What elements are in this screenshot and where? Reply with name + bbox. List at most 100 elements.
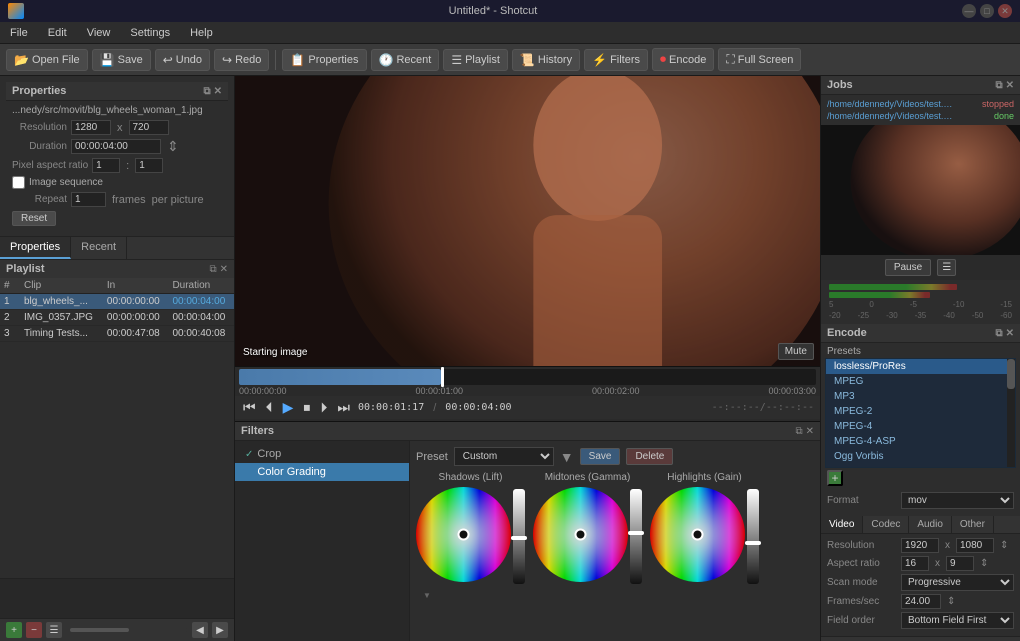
repeat-value-input[interactable] [71, 192, 106, 207]
recent-button[interactable]: 🕐 Recent [371, 49, 440, 71]
presets-scroll[interactable]: lossless/ProRes MPEG MP3 MPEG-2 MPEG-4 M… [826, 359, 1007, 467]
delete-preset-button[interactable]: Delete [626, 448, 673, 465]
pause-button[interactable]: Pause [885, 259, 931, 276]
highlights-color-wheel[interactable] [650, 487, 745, 582]
color-grading-panel: Preset Custom ▼ Save Delete Shadows (Lif… [410, 441, 820, 641]
jobs-float-icon[interactable]: ⧉ [995, 80, 1002, 91]
transport-step-forward[interactable]: ⏵ [318, 399, 329, 416]
encode-float-icon[interactable]: ⧉ [995, 328, 1002, 339]
preset-psp[interactable]: Sony-PSP [826, 464, 1007, 467]
playlist-float-icon[interactable]: ⧉ [209, 264, 216, 275]
transport-skip-forward[interactable]: ⏭ [335, 399, 352, 416]
field-order-select[interactable]: Bottom Field First Top Field First [901, 612, 1014, 629]
preset-mpeg4[interactable]: MPEG-4 [826, 419, 1007, 434]
encode-tab-other[interactable]: Other [952, 516, 994, 533]
preset-mpeg4-asp[interactable]: MPEG-4-ASP [826, 434, 1007, 449]
midtones-slider[interactable] [630, 489, 642, 584]
format-select[interactable]: mov [901, 492, 1014, 509]
preset-mpeg[interactable]: MPEG [826, 374, 1007, 389]
playlist-remove-button[interactable]: − [26, 622, 42, 638]
save-preset-button[interactable]: Save [580, 448, 621, 465]
minimize-button[interactable]: — [962, 4, 976, 18]
resolution-width-input[interactable] [71, 120, 111, 135]
shadows-slider[interactable] [513, 489, 525, 584]
preview-menu-button[interactable]: ☰ [937, 259, 956, 276]
save-button[interactable]: 💾 Save [92, 49, 151, 71]
shadows-color-wheel[interactable] [416, 487, 511, 582]
menu-help[interactable]: Help [186, 25, 217, 41]
filters-button[interactable]: ⚡ Filters [584, 49, 648, 71]
encode-res-w[interactable] [901, 538, 939, 553]
frames-sec-spinner[interactable]: ⇕ [947, 596, 955, 607]
table-row[interactable]: 2 IMG_0357.JPG 00:00:00:00 00:00:04:00 [0, 310, 234, 326]
scrubber-bar[interactable] [239, 369, 816, 385]
mute-button[interactable]: Mute [778, 343, 814, 360]
transport-step-back[interactable]: ⏴ [264, 399, 275, 416]
fullscreen-button[interactable]: ⛶ Full Screen [718, 48, 801, 71]
preset-mp3[interactable]: MP3 [826, 389, 1007, 404]
history-button[interactable]: 📜 History [512, 49, 580, 71]
properties-button[interactable]: 📋 Properties [282, 49, 366, 71]
encode-aspect-spinner[interactable]: ⇕ [980, 558, 988, 569]
menu-edit[interactable]: Edit [44, 25, 71, 41]
encode-aspect-h[interactable] [946, 556, 974, 571]
playlist-button[interactable]: ☰ Playlist [443, 49, 508, 71]
preset-lossless[interactable]: lossless/ProRes [826, 359, 1007, 374]
reset-button[interactable]: Reset [12, 211, 56, 226]
playlist-scroll-right[interactable]: ▶ [212, 622, 228, 638]
transport-skip-back[interactable]: ⏮ [241, 399, 258, 416]
filter-item-crop[interactable]: ✓ Crop [235, 445, 409, 463]
redo-button[interactable]: ↪ Redo [214, 49, 269, 71]
properties-float-icon[interactable]: ⧉ [203, 86, 210, 97]
midtones-color-wheel[interactable] [533, 487, 628, 582]
add-preset-button[interactable]: + [827, 470, 843, 486]
aspect-val2-input[interactable] [135, 158, 163, 173]
image-sequence-checkbox[interactable] [12, 176, 25, 189]
filters-close-icon[interactable]: ✕ [806, 426, 814, 437]
resolution-height-input[interactable] [129, 120, 169, 135]
undo-button[interactable]: ↩ Undo [155, 49, 210, 71]
transport-stop[interactable]: ⏹ [301, 399, 312, 416]
encode-button[interactable]: ⏺ Encode [652, 48, 714, 71]
aspect-val1-input[interactable] [92, 158, 120, 173]
playlist-scroll-left[interactable]: ◀ [192, 622, 208, 638]
encode-close-icon[interactable]: ✕ [1006, 328, 1014, 339]
filter-item-color-grading[interactable]: ✓ Color Grading [235, 463, 409, 481]
transport-play[interactable]: ▶ [281, 399, 296, 416]
menu-settings[interactable]: Settings [126, 25, 174, 41]
jobs-close-icon[interactable]: ✕ [1006, 80, 1014, 91]
close-button[interactable]: ✕ [998, 4, 1012, 18]
encode-tab-audio[interactable]: Audio [909, 516, 952, 533]
presets-scrollbar[interactable] [1007, 359, 1015, 467]
menu-file[interactable]: File [6, 25, 32, 41]
playlist-scrollbar[interactable] [70, 628, 188, 632]
frames-sec-input[interactable] [901, 594, 941, 609]
properties-close-icon[interactable]: ✕ [214, 86, 222, 97]
scrubber-handle[interactable] [441, 367, 444, 387]
table-row[interactable]: 1 blg_wheels_... 00:00:00:00 00:00:04:00 [0, 294, 234, 310]
open-file-button[interactable]: 📂 Open File [6, 49, 88, 71]
preset-dropdown-icon[interactable]: ▼ [560, 449, 574, 465]
duration-spinner[interactable]: ⇕ [167, 138, 179, 155]
scan-mode-select[interactable]: Progressive Interlaced [901, 574, 1014, 591]
filters-float-icon[interactable]: ⧉ [795, 426, 802, 437]
maximize-button[interactable]: □ [980, 4, 994, 18]
encode-tab-video[interactable]: Video [821, 516, 863, 533]
preset-ogg[interactable]: Ogg Vorbis [826, 449, 1007, 464]
table-row[interactable]: 3 Timing Tests... 00:00:47:08 00:00:40:0… [0, 326, 234, 342]
preset-select[interactable]: Custom [454, 447, 554, 466]
playlist-add-button[interactable]: + [6, 622, 22, 638]
encode-res-h[interactable] [956, 538, 994, 553]
aspect-encode-label: Aspect ratio [827, 558, 897, 569]
playlist-menu-button[interactable]: ☰ [46, 622, 62, 638]
playlist-close-icon[interactable]: ✕ [220, 264, 228, 275]
menu-view[interactable]: View [83, 25, 115, 41]
highlights-slider[interactable] [747, 489, 759, 584]
tab-recent[interactable]: Recent [71, 237, 127, 259]
duration-input[interactable] [71, 139, 161, 154]
preset-mpeg2[interactable]: MPEG-2 [826, 404, 1007, 419]
encode-aspect-w[interactable] [901, 556, 929, 571]
encode-res-spinner[interactable]: ⇕ [1000, 540, 1008, 551]
encode-tab-codec[interactable]: Codec [863, 516, 909, 533]
tab-properties[interactable]: Properties [0, 237, 71, 259]
